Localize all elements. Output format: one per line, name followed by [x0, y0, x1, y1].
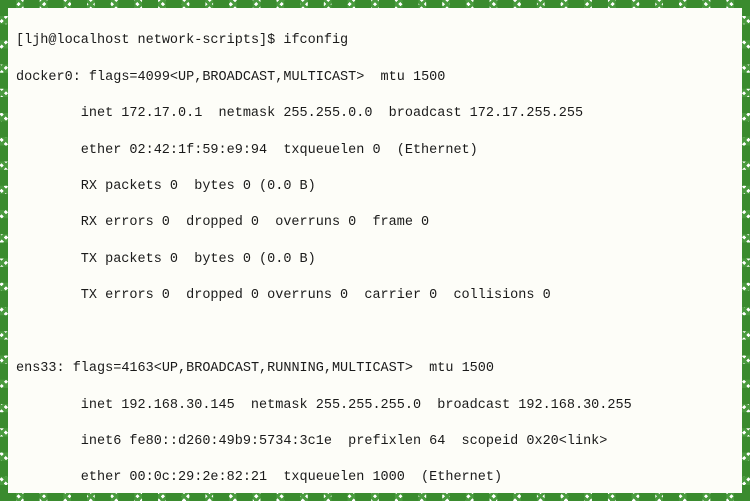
ens33-inet: inet 192.168.30.145 netmask 255.255.255.…	[16, 397, 734, 415]
docker0-header: docker0: flags=4099<UP,BROADCAST,MULTICA…	[16, 69, 734, 87]
ens33-ether: ether 00:0c:29:2e:82:21 txqueuelen 1000 …	[16, 469, 734, 487]
docker0-rx-packets: RX packets 0 bytes 0 (0.0 B)	[16, 178, 734, 196]
ens33-header: ens33: flags=4163<UP,BROADCAST,RUNNING,M…	[16, 360, 734, 378]
docker0-ether: ether 02:42:1f:59:e9:94 txqueuelen 0 (Et…	[16, 142, 734, 160]
shell-prompt[interactable]: [ljh@localhost network-scripts]$ ifconfi…	[16, 32, 734, 50]
docker0-tx-errors: TX errors 0 dropped 0 overruns 0 carrier…	[16, 287, 734, 305]
docker0-rx-errors: RX errors 0 dropped 0 overruns 0 frame 0	[16, 214, 734, 232]
terminal-output: [ljh@localhost network-scripts]$ ifconfi…	[8, 8, 742, 493]
ens33-inet6: inet6 fe80::d260:49b9:5734:3c1e prefixle…	[16, 433, 734, 451]
docker0-tx-packets: TX packets 0 bytes 0 (0.0 B)	[16, 251, 734, 269]
docker0-inet: inet 172.17.0.1 netmask 255.255.0.0 broa…	[16, 105, 734, 123]
blank-line	[16, 324, 734, 342]
